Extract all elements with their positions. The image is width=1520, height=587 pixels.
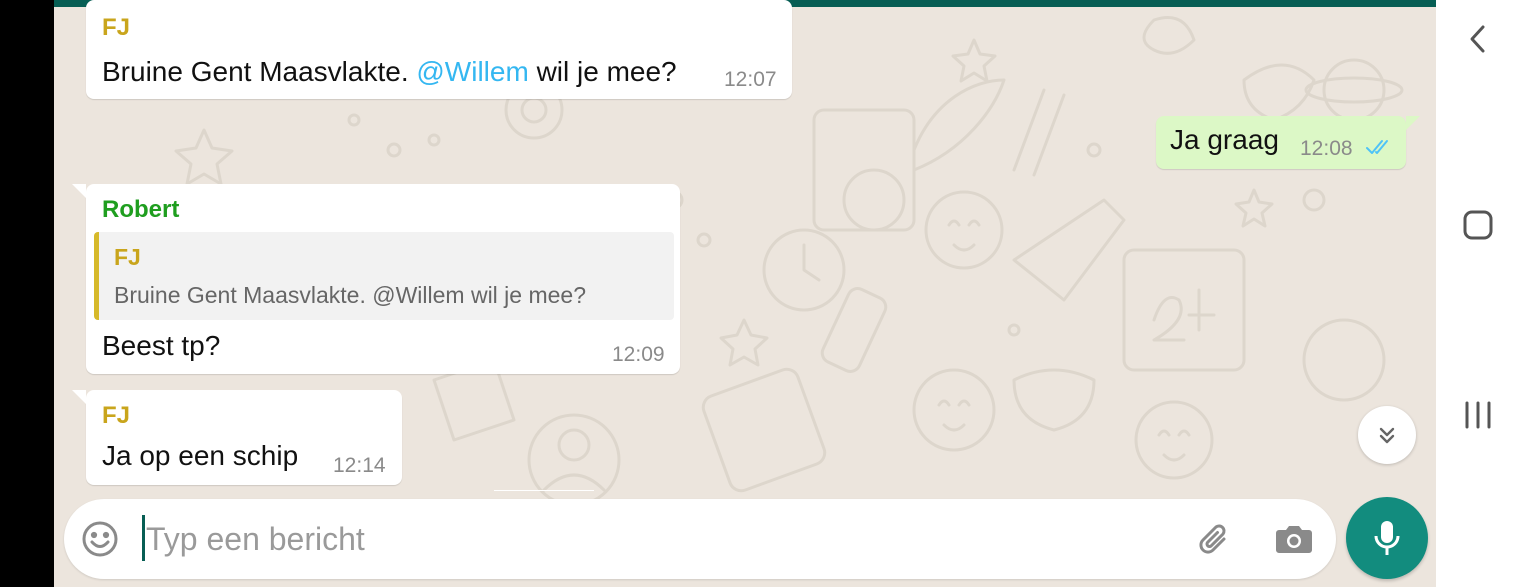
back-icon: [1470, 25, 1485, 53]
quoted-message[interactable]: FJ Bruine Gent Maasvlakte. @Willem wil j…: [94, 232, 674, 320]
message-bubble-incoming[interactable]: Robert FJ Bruine Gent Maasvlakte. @Wille…: [72, 184, 680, 374]
microphone-icon: [1374, 521, 1400, 555]
paperclip-icon: [1199, 524, 1226, 554]
message-composer: [64, 499, 1336, 579]
message-text: Ja op een schip: [102, 440, 299, 471]
nav-home-button[interactable]: [1436, 204, 1520, 246]
message-bubble-outgoing[interactable]: Ja graag 12:08: [1156, 116, 1420, 169]
message-input[interactable]: [142, 515, 1176, 563]
attach-button[interactable]: [1192, 517, 1236, 561]
message-text: Bruine Gent Maasvlakte. @Willem wil je m…: [102, 56, 677, 88]
message-text: Ja graag: [1170, 124, 1279, 155]
message-text-part: Bruine Gent Maasvlakte.: [102, 56, 417, 87]
divider: [494, 490, 594, 491]
sender-name: Robert: [102, 196, 180, 223]
message-bubble-incoming[interactable]: FJ Ja op een schip 12:14: [72, 390, 402, 485]
mention-link[interactable]: @Willem: [416, 56, 528, 87]
message-time: 12:07: [724, 68, 777, 91]
double-check-read-icon: [1366, 140, 1388, 154]
camera-button[interactable]: [1272, 517, 1316, 561]
message-text-part: wil je mee?: [528, 56, 677, 87]
double-chevron-down-icon: [1379, 427, 1395, 444]
nav-recents-button[interactable]: [1436, 394, 1520, 436]
chat-area[interactable]: FJ Bruine Gent Maasvlakte. @Willem wil j…: [54, 0, 1436, 587]
sender-name: FJ: [102, 402, 131, 429]
recents-icon: [1465, 401, 1491, 429]
emoji-button[interactable]: [78, 517, 122, 561]
left-screen-edge: [0, 0, 54, 587]
voice-record-button[interactable]: [1346, 497, 1428, 579]
system-navigation-bar: [1436, 0, 1520, 587]
message-time: 12:14: [333, 454, 386, 477]
emoji-icon: [82, 521, 118, 557]
bubble-tail: [1406, 116, 1420, 130]
sender-name: FJ: [102, 14, 131, 41]
nav-back-button[interactable]: [1436, 18, 1520, 60]
bubble-tail: [72, 390, 86, 404]
quoted-text: Bruine Gent Maasvlakte. @Willem wil je m…: [114, 282, 587, 308]
home-icon: [1463, 210, 1493, 240]
message-time: 12:09: [612, 343, 665, 366]
bubble-tail: [72, 184, 86, 198]
message-bubble-incoming[interactable]: FJ Bruine Gent Maasvlakte. @Willem wil j…: [86, 0, 792, 99]
camera-icon: [1276, 526, 1312, 553]
quoted-sender: FJ: [114, 244, 141, 270]
message-text: Beest tp?: [102, 330, 221, 361]
scroll-down-button[interactable]: [1358, 406, 1416, 464]
message-time: 12:08: [1300, 137, 1353, 160]
